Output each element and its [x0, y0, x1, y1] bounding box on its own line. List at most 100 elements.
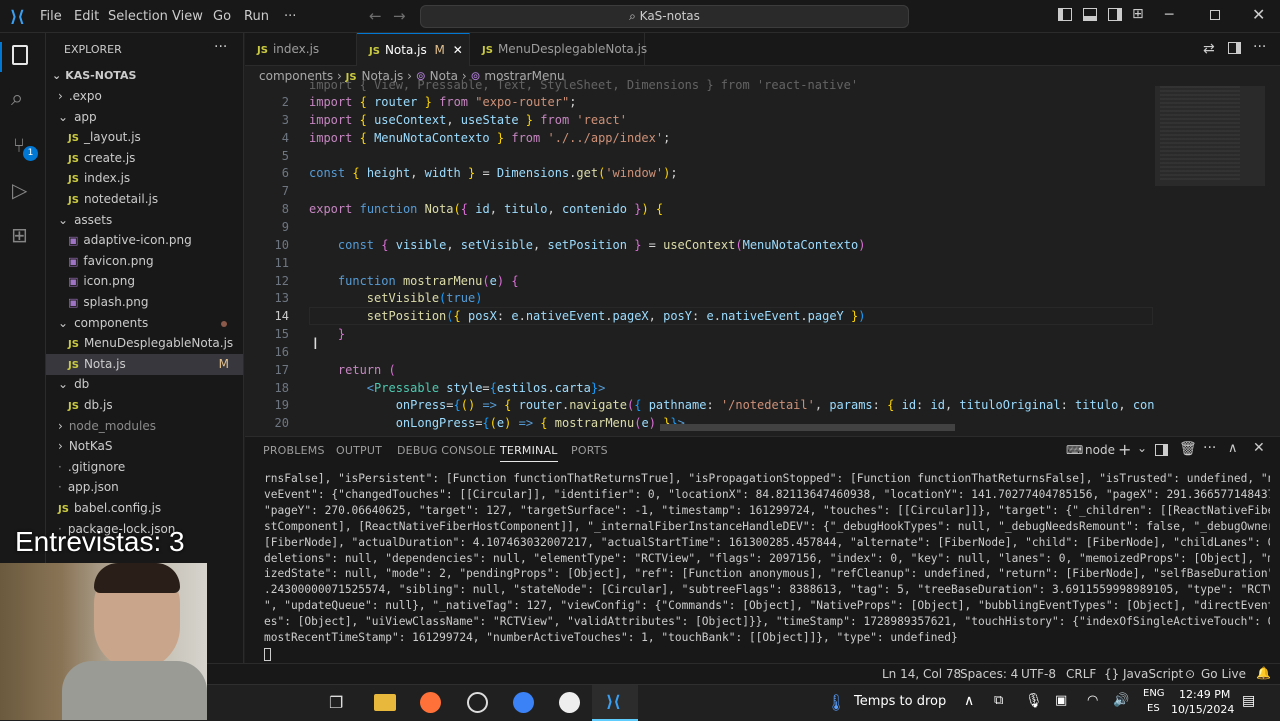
encoding[interactable]: UTF-8: [1021, 667, 1056, 681]
tree-item[interactable]: JS create.js: [46, 148, 243, 169]
menu-file[interactable]: File: [40, 9, 62, 24]
menu-view[interactable]: View: [172, 9, 203, 24]
tree-item-label: MenuDesplegableNota.js: [83, 336, 234, 351]
browser-icon[interactable]: [467, 692, 488, 713]
restore-icon[interactable]: [1210, 10, 1220, 20]
toggle-primary-sidebar-icon[interactable]: [1058, 8, 1072, 21]
workspace-root[interactable]: ⌄ KAS-NOTAS: [46, 65, 243, 86]
tree-item[interactable]: ▣ icon.png: [46, 271, 243, 292]
split-editor-icon[interactable]: [1228, 42, 1241, 54]
minimap[interactable]: [1155, 86, 1265, 431]
line-number: 12: [274, 273, 289, 288]
clock-time[interactable]: 12:49 PM: [1179, 688, 1230, 701]
tree-item[interactable]: ▣ adaptive-icon.png: [46, 230, 243, 251]
cursor-position[interactable]: Ln 14, Col 78: [882, 667, 961, 681]
go-live-button[interactable]: Go Live: [1201, 667, 1246, 681]
tree-item[interactable]: ⌄ app: [46, 107, 243, 128]
run-debug-icon[interactable]: ▷: [12, 178, 27, 202]
close-window-icon[interactable]: ✕: [1252, 5, 1265, 24]
customize-layout-icon[interactable]: ⊞: [1132, 6, 1144, 22]
compare-changes-icon[interactable]: ⇄: [1203, 41, 1215, 57]
panel-more-icon[interactable]: ···: [1203, 440, 1216, 456]
panel-tab-ports[interactable]: PORTS: [571, 444, 608, 457]
tree-item[interactable]: › NotKaS: [46, 436, 243, 457]
trash-icon[interactable]: 🗑: [1179, 441, 1197, 457]
tree-item[interactable]: · .gitignore: [46, 457, 243, 478]
tree-item[interactable]: JS babel.config.js: [46, 498, 243, 519]
terminal-name[interactable]: node: [1085, 443, 1115, 457]
microphone-icon[interactable]: 🎙: [1025, 693, 1043, 709]
panel-tab-terminal[interactable]: TERMINAL: [500, 444, 558, 462]
tab-index-js[interactable]: JS index.js: [245, 33, 357, 66]
command-center-search[interactable]: ⌕ KaS-notas: [420, 5, 909, 28]
language-mode[interactable]: JavaScript: [1123, 667, 1183, 681]
editor-more-icon[interactable]: ···: [1253, 39, 1266, 55]
file-explorer-icon[interactable]: [374, 694, 396, 711]
tree-item[interactable]: JS Nota.js M: [46, 353, 243, 375]
app-icon[interactable]: [513, 692, 534, 713]
toggle-panel-icon[interactable]: [1083, 8, 1097, 21]
input-language[interactable]: ENG: [1143, 688, 1165, 699]
tree-item[interactable]: › .expo: [46, 86, 243, 107]
tree-item[interactable]: JS db.js: [46, 395, 243, 416]
indentation[interactable]: Spaces: 4: [960, 667, 1018, 681]
panel-tab-output[interactable]: OUTPUT: [336, 444, 382, 457]
close-panel-icon[interactable]: ✕: [1253, 440, 1265, 456]
toggle-secondary-sidebar-icon[interactable]: [1108, 8, 1122, 21]
notifications-icon[interactable]: 🔔: [1256, 666, 1271, 680]
tree-item[interactable]: ▣ splash.png: [46, 292, 243, 313]
firefox-icon[interactable]: [420, 692, 441, 713]
explorer-icon[interactable]: [12, 45, 28, 65]
chevron-up-icon[interactable]: ∧: [964, 693, 974, 709]
notification-center-icon[interactable]: ▤: [1242, 693, 1255, 709]
back-arrow-icon[interactable]: ←: [369, 7, 382, 25]
vscode-taskbar-item[interactable]: ⟩⟨: [592, 685, 638, 721]
new-terminal-icon[interactable]: +: [1118, 440, 1131, 459]
image-file-icon: ▣: [68, 296, 79, 309]
vscode-icon: ⟩⟨: [606, 692, 621, 711]
tree-item[interactable]: › node_modules: [46, 416, 243, 437]
menu-go[interactable]: Go: [213, 9, 231, 24]
menu-run[interactable]: Run: [244, 9, 269, 24]
tab-menudesplegablenota-js[interactable]: JS MenuDesplegableNota.js: [470, 33, 647, 66]
tree-item[interactable]: JS MenuDesplegableNota.js: [46, 333, 243, 354]
app-icon-2[interactable]: [559, 692, 580, 713]
tree-item[interactable]: ▣ favicon.png: [46, 251, 243, 272]
task-view-icon[interactable]: ❐: [329, 693, 343, 712]
weather-text[interactable]: Temps to drop: [854, 694, 946, 709]
line-ending[interactable]: CRLF: [1066, 667, 1096, 681]
code-editor[interactable]: import { View, Pressable, Text, StyleShe…: [245, 78, 1155, 431]
terminal-output[interactable]: rnsFalse], "isPersistent": [Function fun…: [264, 471, 1270, 661]
tab-nota-js[interactable]: JS Nota.js M ✕: [357, 33, 470, 66]
minimize-icon[interactable]: ─: [1165, 7, 1173, 23]
menu-more[interactable]: ···: [284, 9, 296, 24]
menu-selection[interactable]: Selection: [108, 9, 168, 24]
tree-item[interactable]: ⌄ components: [46, 313, 243, 334]
search-view-icon[interactable]: ⌕: [11, 86, 23, 111]
close-tab-icon[interactable]: ✕: [453, 43, 463, 57]
tree-item[interactable]: JS notedetail.js: [46, 189, 243, 210]
tree-item-label: db: [74, 377, 90, 392]
tree-item[interactable]: ⌄ db: [46, 374, 243, 395]
tree-item[interactable]: JS index.js: [46, 168, 243, 189]
clock-date[interactable]: 10/15/2024: [1171, 703, 1234, 716]
tray-icon-2[interactable]: ▣: [1055, 693, 1067, 708]
tray-icon-1[interactable]: ⧉: [994, 693, 1003, 708]
panel-tab-problems[interactable]: PROBLEMS: [263, 444, 325, 457]
extensions-icon[interactable]: ⊞: [11, 223, 28, 247]
split-terminal-icon[interactable]: [1155, 444, 1168, 456]
input-language-2[interactable]: ES: [1147, 703, 1160, 714]
panel-tab-debug-console[interactable]: DEBUG CONSOLE: [397, 444, 496, 457]
tree-item[interactable]: · app.json: [46, 477, 243, 498]
volume-icon[interactable]: 🔊: [1113, 693, 1129, 708]
chevron-down-icon[interactable]: ⌄: [1137, 441, 1147, 455]
wifi-icon[interactable]: ◠: [1087, 693, 1098, 708]
maximize-panel-icon[interactable]: ∧: [1228, 441, 1238, 456]
explorer-more-icon[interactable]: ···: [214, 39, 227, 55]
horizontal-scrollbar[interactable]: [660, 424, 955, 431]
forward-arrow-icon[interactable]: →: [393, 7, 406, 25]
tree-item[interactable]: JS _layout.js: [46, 127, 243, 148]
menu-edit[interactable]: Edit: [74, 9, 99, 24]
tree-item[interactable]: ⌄ assets: [46, 210, 243, 231]
code-line: function mostrarMenu(e) {: [337, 273, 519, 288]
